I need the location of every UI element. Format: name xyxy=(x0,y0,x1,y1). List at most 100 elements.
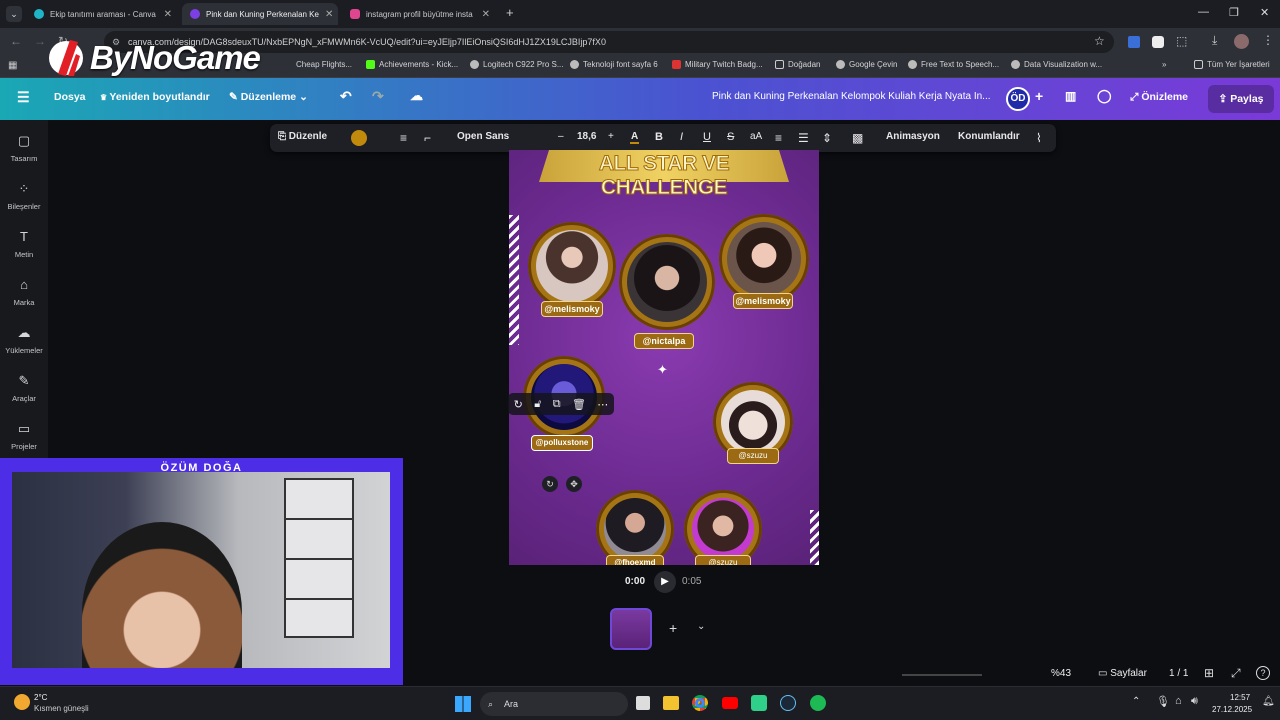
paint-format-icon[interactable]: ⌇ xyxy=(1036,131,1042,145)
animate-button[interactable]: Animasyon xyxy=(886,131,940,142)
edit-text-button[interactable]: ⎘ Düzenle xyxy=(278,131,327,142)
sidebar-item-elements[interactable]: ⁘ Bileşenler xyxy=(0,182,48,212)
resize-button[interactable]: ♛ Yeniden boyutlandır xyxy=(100,91,210,103)
close-tab-icon[interactable]: ✕ xyxy=(482,9,490,20)
minimize-icon[interactable]: — xyxy=(1198,6,1209,18)
lock-icon[interactable]: 🔓︎ xyxy=(534,398,541,411)
align-block-icon[interactable]: ≡ xyxy=(400,131,407,145)
help-icon[interactable]: ? xyxy=(1256,666,1270,680)
sidebar-item-brand[interactable]: ⌂ Marka xyxy=(0,278,48,308)
microphone-icon[interactable]: 🎙︎ xyxy=(1156,695,1170,708)
bookmark-item[interactable]: Achievements - Kick... xyxy=(366,60,458,69)
grid-view-icon[interactable]: ⊞ xyxy=(1204,666,1214,680)
close-window-icon[interactable]: ✕ xyxy=(1260,6,1269,19)
sidebar-item-text[interactable]: T Metin xyxy=(0,230,48,260)
move-handle-icon[interactable]: ✥ xyxy=(566,476,582,492)
new-tab-icon[interactable]: + xyxy=(506,5,514,20)
file-menu[interactable]: Dosya xyxy=(54,91,86,103)
rotate-handle-icon[interactable]: ↻ xyxy=(542,476,558,492)
close-tab-icon[interactable]: ✕ xyxy=(164,9,172,20)
design-page[interactable]: ALL STAR VE CHALLENGE ✦ @melismoky @nict… xyxy=(509,150,819,565)
bookmark-item[interactable]: Google Çevin xyxy=(836,60,897,69)
network-icon[interactable]: ⌂ xyxy=(1175,695,1182,707)
profile-photo[interactable] xyxy=(727,222,801,296)
position-button[interactable]: Konumlandır xyxy=(958,131,1020,142)
underline-button[interactable]: U xyxy=(703,131,711,143)
duplicate-icon[interactable]: ⧉ xyxy=(553,398,561,411)
bookmark-item[interactable]: Teknoloji font sayfa 6 xyxy=(570,60,658,69)
sidebar-item-uploads[interactable]: ☁ Yüklemeler xyxy=(0,326,48,356)
all-bookmarks-folder[interactable]: Tüm Yer İşaretleri xyxy=(1194,60,1270,69)
weather-icon[interactable] xyxy=(14,694,30,710)
apps-grid-icon[interactable]: ▦ xyxy=(8,60,17,71)
bookmark-item[interactable]: Data Visualization w... xyxy=(1011,60,1102,69)
download-icon[interactable]: ⤓ xyxy=(1212,33,1217,48)
weather-temp[interactable]: 2°C xyxy=(34,693,47,702)
extension-icon[interactable] xyxy=(1152,36,1164,48)
text-color-icon[interactable]: A xyxy=(630,131,640,144)
fullscreen-icon[interactable]: ⤢ xyxy=(1231,666,1241,681)
username-label[interactable]: @fhoexmd xyxy=(606,555,664,565)
sidebar-item-design[interactable]: ▢ Tasarım xyxy=(0,134,48,164)
youtube-icon[interactable] xyxy=(722,697,738,709)
redo-icon[interactable]: ↷ xyxy=(372,88,384,105)
profile-photo[interactable] xyxy=(536,230,608,302)
design-title[interactable]: ALL STAR VE CHALLENGE xyxy=(539,152,789,200)
browser-menu-icon[interactable]: ⋮ xyxy=(1262,33,1274,47)
chrome-icon[interactable] xyxy=(692,695,708,711)
more-options-icon[interactable]: ⋯ xyxy=(597,398,608,411)
strikethrough-button[interactable]: S xyxy=(727,131,734,143)
font-family-select[interactable]: Open Sans xyxy=(457,131,509,142)
bookmark-item[interactable]: Free Text to Speech... xyxy=(908,60,999,69)
pages-button[interactable]: ▭ Sayfalar xyxy=(1098,668,1147,679)
bookmark-item[interactable]: Cheap Flights... xyxy=(296,60,352,69)
close-tab-icon[interactable]: ✕ xyxy=(325,9,333,20)
sidebar-item-projects[interactable]: ▭ Projeler xyxy=(0,422,48,452)
color-swatch[interactable] xyxy=(351,130,367,146)
browser-tab-2[interactable]: Pink dan Kuning Perkenalan Ke ✕ xyxy=(182,3,338,25)
refresh-icon[interactable]: ↻ xyxy=(514,398,523,411)
clock-time[interactable]: 12:57 xyxy=(1230,693,1250,702)
document-title[interactable]: Pink dan Kuning Perkenalan Kelompok Kuli… xyxy=(712,91,991,102)
italic-button[interactable]: I xyxy=(680,131,683,143)
bold-button[interactable]: B xyxy=(655,131,663,143)
zoom-slider[interactable] xyxy=(902,674,982,676)
share-button[interactable]: ⇪ Paylaş xyxy=(1208,85,1274,113)
volume-icon[interactable]: 🔊︎ xyxy=(1191,695,1198,708)
username-label[interactable]: @nictalpa xyxy=(634,333,694,349)
transparency-icon[interactable]: ▩ xyxy=(852,131,863,145)
puzzle-extensions-icon[interactable]: ⬚ xyxy=(1176,34,1187,48)
username-label[interactable]: @szuzu xyxy=(695,555,751,565)
translate-extension-icon[interactable] xyxy=(1128,36,1140,48)
hamburger-menu-icon[interactable]: ☰ xyxy=(17,89,30,106)
task-view-icon[interactable] xyxy=(636,696,650,710)
add-collaborator-icon[interactable]: + xyxy=(1035,88,1043,104)
play-button[interactable]: ▶ xyxy=(654,571,676,593)
file-explorer-icon[interactable] xyxy=(663,696,679,710)
clock-date[interactable]: 27.12.2025 xyxy=(1212,705,1252,714)
bookmark-item[interactable]: Logitech C922 Pro S... xyxy=(470,60,564,69)
comment-icon[interactable]: ◯ xyxy=(1097,88,1112,104)
username-label-selected[interactable]: @polluxstone xyxy=(531,435,593,451)
curve-text-icon[interactable]: ⌐ xyxy=(424,131,431,145)
browser-tab-1[interactable]: Ekip tanıtımı araması - Canva ✕ xyxy=(26,3,180,25)
profile-photo[interactable] xyxy=(692,498,754,560)
maximize-icon[interactable]: ❐ xyxy=(1229,6,1239,19)
align-center-icon[interactable]: ≡ xyxy=(775,131,782,145)
chevron-down-icon[interactable]: ⌄ xyxy=(697,621,705,632)
undo-icon[interactable]: ↶ xyxy=(340,88,352,105)
tab-search-button[interactable]: ⌄ xyxy=(6,6,22,22)
bullet-list-icon[interactable]: ☰ xyxy=(798,131,809,145)
cloud-save-icon[interactable]: ☁ xyxy=(410,88,423,104)
page-thumbnail[interactable] xyxy=(610,608,652,650)
trash-icon[interactable]: 🗑︎ xyxy=(572,398,586,411)
font-size-decrease[interactable]: – xyxy=(558,131,564,142)
bookmark-star-icon[interactable]: ☆ xyxy=(1094,34,1105,48)
line-spacing-icon[interactable]: ⇕ xyxy=(822,131,832,145)
more-bookmarks-icon[interactable]: » xyxy=(1162,60,1166,69)
back-icon[interactable]: ← xyxy=(10,34,22,48)
browser-tab-3[interactable]: instagram profil büyütme insta ✕ xyxy=(342,3,498,25)
font-size-increase[interactable]: + xyxy=(608,131,614,142)
insights-chart-icon[interactable]: ▥ xyxy=(1065,89,1076,103)
username-label[interactable]: @szuzu xyxy=(727,448,779,464)
